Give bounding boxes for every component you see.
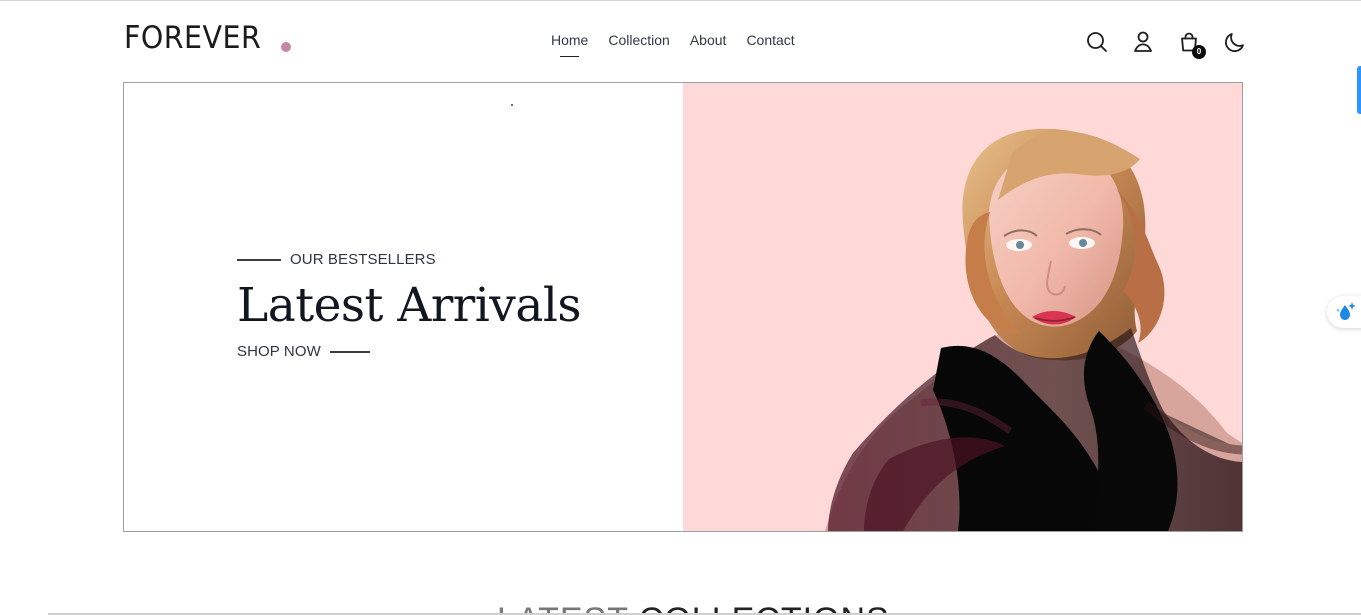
- search-icon: [1087, 32, 1107, 52]
- floating-accessibility-tool[interactable]: [1327, 296, 1361, 328]
- hero-copy: OUR BESTSELLERS Latest Arrivals SHOP NOW: [237, 249, 627, 363]
- ecommerce-homepage: FOREVER Home Collection About Contact 0 …: [0, 0, 1361, 615]
- hero-image-panel: [683, 83, 1242, 531]
- brand-logo[interactable]: FOREVER: [124, 20, 292, 56]
- hero-banner: OUR BESTSELLERS Latest Arrivals SHOP NOW: [123, 82, 1243, 532]
- header-actions: 0: [1085, 29, 1247, 59]
- nav-home-link[interactable]: Home: [551, 31, 588, 57]
- brand-dot: [281, 42, 292, 52]
- hero-title: Latest Arrivals: [237, 278, 582, 333]
- profile-button[interactable]: [1131, 29, 1155, 55]
- small-decorative-dot: [511, 104, 513, 106]
- hero-text-panel: OUR BESTSELLERS Latest Arrivals SHOP NOW: [124, 83, 683, 531]
- cart-count-badge: 0: [1192, 45, 1206, 59]
- theme-toggle-button[interactable]: [1223, 29, 1247, 55]
- nav-contact-link[interactable]: Contact: [746, 31, 794, 49]
- water-drop-sparkle-icon: [1335, 302, 1356, 320]
- site-header: FOREVER Home Collection About Contact 0: [0, 1, 1361, 81]
- nav-about-link[interactable]: About: [690, 31, 727, 49]
- nav-collection-link[interactable]: Collection: [608, 31, 669, 49]
- eyebrow-text: OUR BESTSELLERS: [290, 251, 436, 268]
- brand-name: FOREVER: [124, 20, 262, 56]
- user-icon: [1134, 31, 1152, 52]
- hero-eyebrow: OUR BESTSELLERS: [237, 249, 627, 271]
- search-button[interactable]: [1085, 29, 1109, 55]
- shop-now-label: SHOP NOW: [237, 343, 321, 360]
- moon-icon: [1225, 33, 1244, 52]
- shop-now-link[interactable]: SHOP NOW: [237, 341, 627, 363]
- shop-now-line: [329, 351, 370, 353]
- main-navigation: Home Collection About Contact: [551, 31, 795, 57]
- hero-model-image: [683, 83, 1242, 531]
- cart-button[interactable]: 0: [1177, 29, 1206, 59]
- eyebrow-line: [237, 259, 281, 261]
- side-panel-tab[interactable]: [1357, 66, 1361, 114]
